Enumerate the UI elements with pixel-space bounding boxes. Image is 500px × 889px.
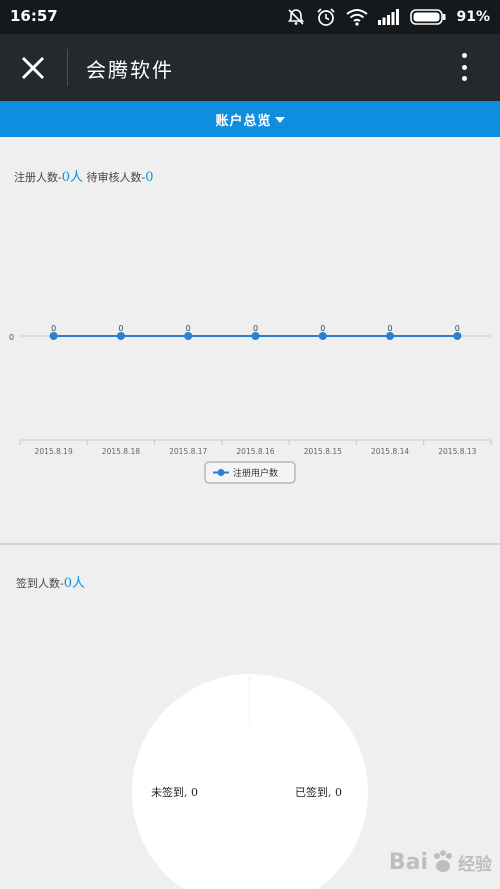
more-vertical-icon (461, 53, 467, 58)
account-overview-dropdown[interactable]: 账户总览 (0, 101, 500, 137)
sign-in-label: 签到人数- (16, 577, 64, 590)
pending-count: 0 (145, 170, 154, 185)
app-title: 会腾软件 (86, 58, 174, 82)
data-label: 0 (253, 324, 258, 333)
battery-icon (410, 9, 446, 25)
paw-icon (434, 850, 452, 872)
registered-label: 注册人数- (14, 171, 62, 184)
legend-label: 注册用户数 (233, 467, 278, 479)
pie-slice-boundary (249, 676, 250, 726)
baidu-watermark-logo: Bai 经验 (388, 849, 492, 875)
x-tick-label: 2015.8.19 (35, 447, 73, 456)
account-overview-label: 账户总览 (215, 113, 272, 129)
x-tick-label: 2015.8.18 (102, 447, 140, 456)
registered-count: 0 (61, 170, 70, 185)
status-time: 16:57 (10, 7, 58, 25)
data-label: 0 (51, 324, 56, 333)
sign-in-unit: 人 (72, 576, 86, 591)
data-label: 0 (388, 324, 393, 333)
data-point (453, 332, 462, 340)
battery-level: 91% (456, 9, 490, 25)
x-tick-label: 2015.8.14 (371, 447, 409, 456)
sign-in-count: 0 (63, 576, 72, 591)
x-tick-label: 2015.8.17 (169, 447, 207, 456)
wifi-icon (346, 9, 369, 26)
data-label: 0 (320, 324, 325, 333)
more-options-button[interactable] (454, 50, 474, 84)
data-point (386, 332, 395, 340)
x-tick-label: 2015.8.16 (236, 447, 274, 456)
pending-label: 待审核人数- (86, 171, 146, 184)
section-divider (0, 543, 500, 545)
x-tick-label: 2015.8.15 (304, 447, 342, 456)
alarm-icon (317, 8, 336, 26)
data-point (318, 332, 327, 340)
pie-label-not-signed: 未签到, 0 (151, 786, 198, 799)
data-point (251, 332, 260, 340)
caret-down-icon (274, 117, 285, 123)
data-point (49, 332, 58, 340)
close-icon (21, 56, 45, 80)
registered-users-line-chart: 0 2015.8.19 2015.8.18 2015.8.17 2015.8.16 201… (9, 324, 492, 484)
registered-unit: 人 (70, 170, 84, 185)
sign-in-summary: 签到人数-0人 (16, 572, 85, 591)
signal-icon (378, 9, 400, 25)
mute-icon (288, 9, 305, 25)
legend-marker (217, 469, 225, 476)
app-bar: 会腾软件 (0, 34, 500, 101)
app-bar-divider (67, 49, 68, 86)
status-bar: 16:57 91% (0, 0, 500, 34)
pie-label-signed: 已签到, 0 (295, 786, 342, 799)
registration-summary: 注册人数-0人 待审核人数-0 (14, 166, 154, 185)
status-icons: 91% (286, 6, 490, 28)
data-label: 0 (186, 324, 191, 333)
data-label: 0 (455, 324, 460, 333)
close-button[interactable] (14, 49, 52, 87)
x-tick-label: 2015.8.13 (438, 447, 476, 456)
data-point (116, 332, 125, 340)
data-point (184, 332, 193, 340)
data-label: 0 (118, 324, 123, 333)
sign-in-pie-chart (132, 674, 368, 889)
y-tick-label: 0 (9, 333, 14, 342)
